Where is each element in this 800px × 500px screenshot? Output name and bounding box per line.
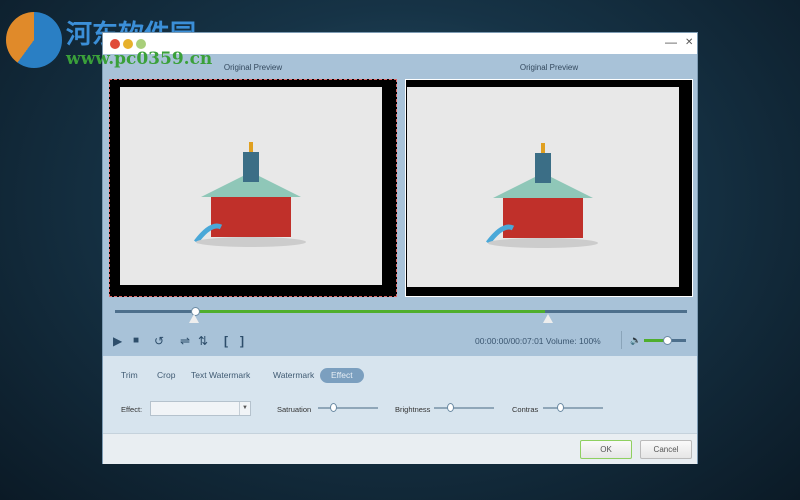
- volume-icon[interactable]: 🔈: [630, 335, 641, 346]
- minimize-dot[interactable]: [123, 39, 133, 49]
- school-image: [194, 142, 306, 247]
- chevron-down-icon[interactable]: ▼: [239, 402, 250, 415]
- watermark-url: www.pc0359.cn: [66, 49, 213, 69]
- start-marker[interactable]: [189, 314, 199, 323]
- effect-label: Effect:: [121, 405, 143, 414]
- volume-value: Volume: 100%: [545, 336, 601, 346]
- contrast-slider[interactable]: [543, 407, 603, 409]
- right-preview-label: Original Preview: [519, 63, 579, 72]
- mark-out-button[interactable]: ]: [240, 334, 244, 348]
- watermark-logo: [6, 12, 62, 68]
- tab-crop[interactable]: Crop: [157, 368, 175, 383]
- time-display: 00:00:00/00:07:01 Volume: 100%: [475, 336, 601, 346]
- divider: [621, 331, 622, 349]
- video-frame: [120, 87, 382, 285]
- minimize-button[interactable]: —: [665, 35, 677, 49]
- timeline-selection: [195, 310, 545, 313]
- school-image: [486, 143, 598, 248]
- tab-effect[interactable]: Effect: [320, 368, 364, 383]
- video-edit-dialog: — ✕ Original Preview Original Preview ▶ …: [102, 32, 698, 464]
- ok-button[interactable]: OK: [580, 440, 632, 459]
- time-value: 00:00:00/00:07:01: [475, 336, 544, 346]
- flip-horizontal-button[interactable]: ⇌: [180, 334, 190, 348]
- contrast-label: Contras: [512, 405, 539, 414]
- saturation-slider[interactable]: [318, 407, 378, 409]
- tab-watermark[interactable]: Watermark: [273, 368, 314, 383]
- end-marker[interactable]: [543, 314, 553, 323]
- effect-select[interactable]: ▼: [150, 401, 251, 416]
- original-preview[interactable]: [109, 79, 397, 297]
- mark-in-button[interactable]: [: [224, 334, 228, 348]
- brightness-label: Brightness: [395, 405, 431, 414]
- saturation-knob[interactable]: [330, 403, 337, 412]
- play-button[interactable]: ▶: [113, 334, 122, 348]
- tab-trim[interactable]: Trim: [121, 368, 138, 383]
- cancel-button[interactable]: Cancel: [640, 440, 692, 459]
- stop-button[interactable]: ■: [133, 335, 139, 346]
- maximize-dot[interactable]: [136, 39, 146, 49]
- close-dot[interactable]: [110, 39, 120, 49]
- undo-button[interactable]: ↺: [154, 334, 164, 348]
- brightness-knob[interactable]: [447, 403, 454, 412]
- dialog-footer: OK Cancel: [103, 433, 697, 464]
- tab-text-watermark[interactable]: Text Watermark: [191, 368, 250, 383]
- edit-panel: Trim Crop Text Watermark Watermark Effec…: [103, 356, 697, 433]
- volume-knob[interactable]: [663, 336, 672, 345]
- close-button[interactable]: ✕: [685, 37, 693, 48]
- saturation-label: Satruation: [277, 405, 312, 414]
- contrast-knob[interactable]: [557, 403, 564, 412]
- flip-vertical-button[interactable]: ⇅: [198, 334, 208, 348]
- output-preview: [405, 79, 693, 297]
- brightness-slider[interactable]: [434, 407, 494, 409]
- video-frame: [407, 87, 679, 287]
